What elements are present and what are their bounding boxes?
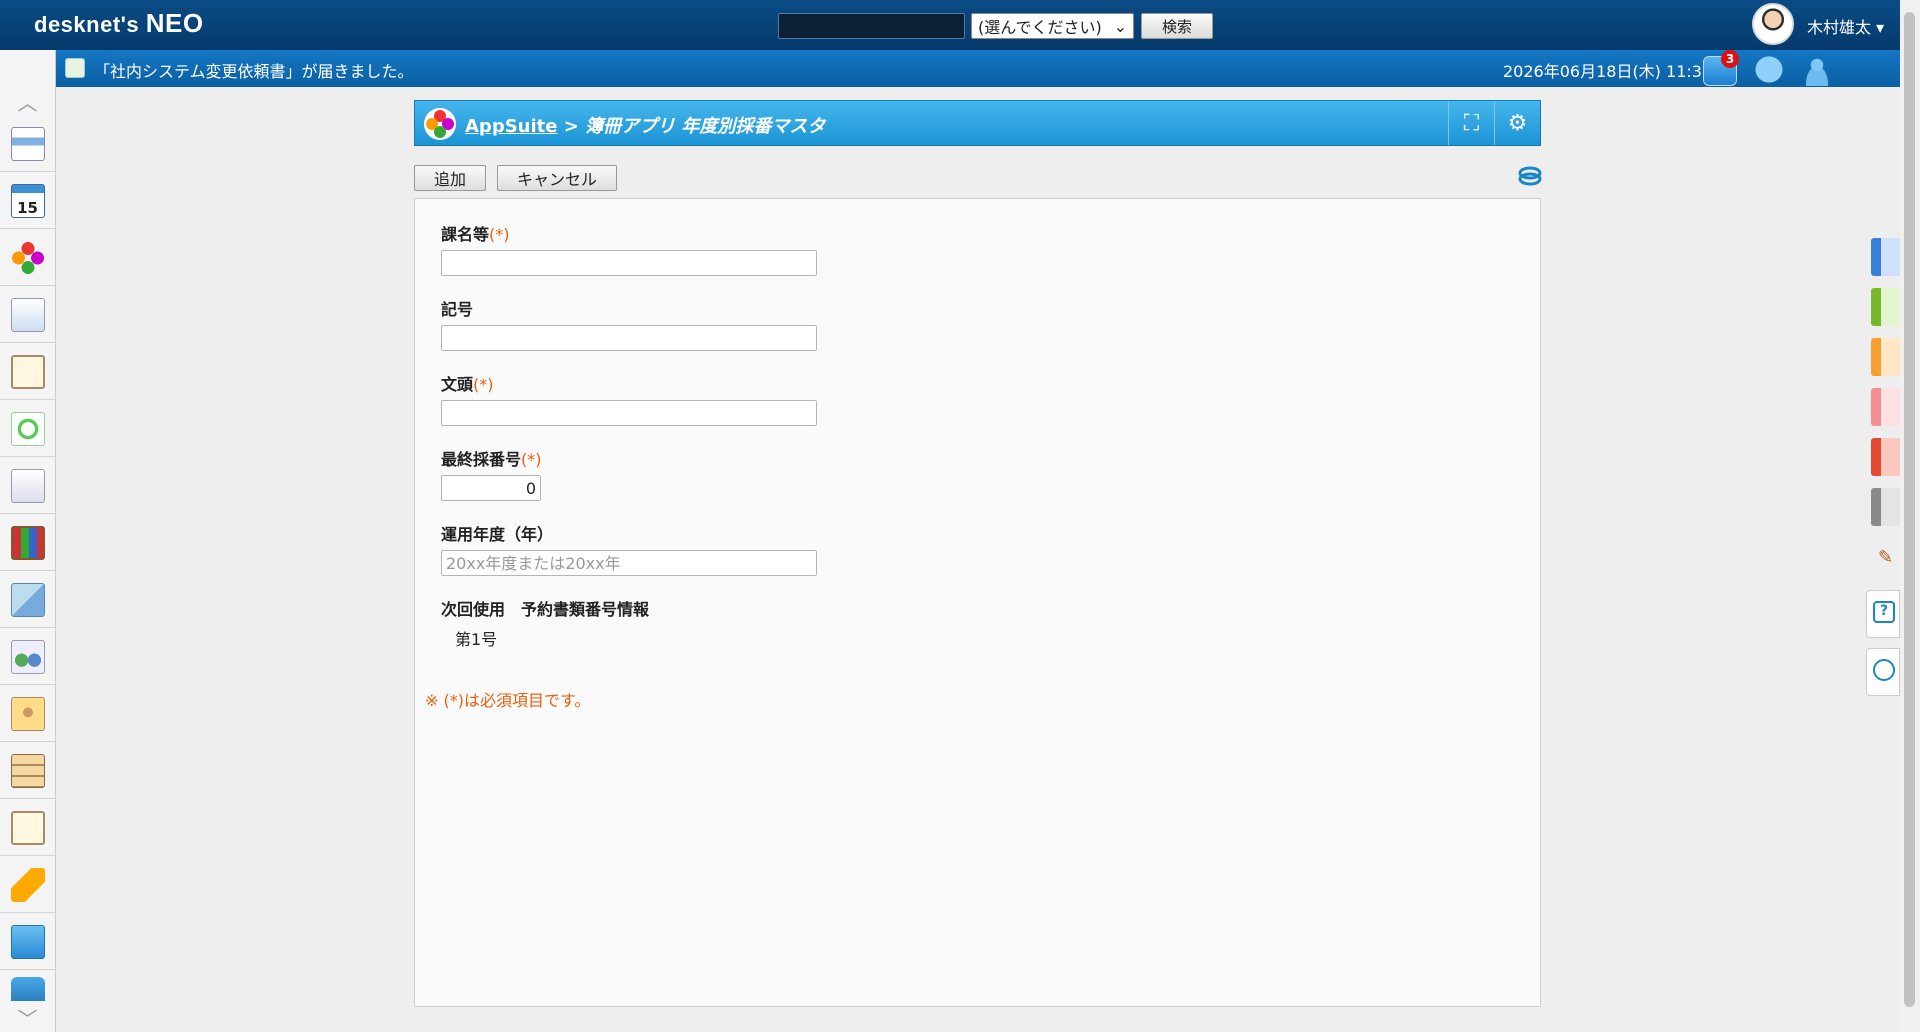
next-reserved-value: 第1号 [455,630,498,649]
required-mark: (*) [489,225,510,244]
sidebar-item-webmail[interactable] [0,572,55,628]
calendar-icon: 15 [10,183,45,218]
facility-icon [10,297,45,332]
last-number-input[interactable] [441,475,541,501]
notification-bar: 「社内システム変更依頼書」が届きました。 2026年06月18日(木) 11:3… [56,50,1900,87]
current-datetime: 2026年06月18日(木) 11:38 [1503,62,1713,81]
sidebar-item-portal[interactable] [0,116,55,172]
workflow-icon [10,411,45,446]
notification-badge: 3 [1721,50,1739,68]
sidebar-item-report[interactable] [0,458,55,514]
vertical-scrollbar[interactable] [1900,0,1920,1032]
search-input[interactable] [778,13,965,39]
todo-icon [10,810,45,845]
breadcrumb: AppSuite > 簿冊アプリ 年度別採番マスタ [465,112,825,138]
pencil-icon[interactable]: ✎ [1871,538,1900,576]
sidebar-item-workflow[interactable] [0,401,55,457]
sticky-note-pink-tab[interactable] [1871,388,1900,426]
search-scope-value: (選んでください) [978,18,1102,37]
page-title: 簿冊アプリ 年度別採番マスタ [585,116,826,137]
avatar[interactable] [1752,3,1794,45]
sticky-note-green-tab[interactable] [1871,288,1900,326]
notice-icon [10,354,45,389]
left-sidebar: ︿ 15 ﹀ [0,50,56,1032]
required-note: ※ (*)は必須項目です。 [425,691,591,710]
user-menu[interactable]: 木村雄太 ▾ [1807,14,1884,38]
sticky-note-gray-tab[interactable] [1871,488,1900,526]
scrollbar-thumb[interactable] [1904,12,1915,1007]
field-label-last-number: 最終採番号(*) [441,450,542,469]
search-scope-select[interactable]: (選んでください) ⌄ [971,13,1134,39]
document-icon [10,753,45,788]
sidebar-item-appsuite[interactable] [0,230,55,286]
sidebar-item-todo[interactable] [0,800,55,856]
scroll-up-icon[interactable]: ︿ [0,86,55,116]
sidebar-item-cabinet[interactable] [0,515,55,571]
help-icon[interactable]: ? [1866,590,1900,638]
cabinet-icon [10,525,45,560]
notification-message[interactable]: 「社内システム変更依頼書」が届きました。 [94,58,414,82]
chat-icon[interactable] [1752,56,1786,86]
sidebar-item-facility[interactable] [0,287,55,343]
fiscal-year-input[interactable] [441,550,817,576]
chevron-down-icon: ⌄ [1113,16,1127,36]
desknets-logo[interactable]: desknet's NEO [34,8,204,39]
field-label-fiscal-year: 運用年度（年） [441,525,554,544]
field-label-symbol: 記号 [441,300,474,319]
user-profile-icon[interactable] [1800,56,1834,86]
business-card-icon [10,977,45,1001]
app-title-bar: AppSuite > 簿冊アプリ 年度別採番マスタ ⛶ ⚙ [414,100,1541,146]
sidebar-item-neo-app[interactable] [0,914,55,970]
workflow-notice-icon [65,58,85,78]
addressbook-icon [10,639,45,674]
cancel-button[interactable]: キャンセル [497,165,617,191]
report-icon [10,468,45,503]
top-header: desknet's NEO (選んでください) ⌄ 検索 木村雄太 ▾ [0,0,1900,50]
field-label-heading: 文頭(*) [441,375,494,394]
user-info-icon [10,696,45,731]
required-mark: (*) [473,375,494,394]
heading-input[interactable] [441,400,817,426]
sidebar-item-addressbook[interactable] [0,629,55,685]
sticky-note-orange-tab[interactable] [1871,338,1900,376]
chatbot-icon[interactable] [1866,648,1900,696]
appsuite-logo-icon [423,107,457,141]
sidebar-item-notice[interactable] [0,344,55,400]
portal-icon [10,126,45,161]
fullscreen-icon[interactable]: ⛶ [1448,101,1494,145]
refresh-icon[interactable] [1518,166,1542,188]
webmail-icon [10,582,45,617]
breadcrumb-appsuite-link[interactable]: AppSuite [465,116,557,137]
appsuite-icon [10,240,45,275]
sidebar-item-user-info[interactable] [0,686,55,742]
sidebar-item-safety[interactable] [0,857,55,913]
field-label-section-name: 課名等(*) [441,225,510,244]
breadcrumb-separator: > [563,116,579,137]
section-name-input[interactable] [441,250,817,276]
sidebar-item-document[interactable] [0,743,55,799]
gear-icon[interactable]: ⚙ [1494,101,1540,145]
form-panel: 課名等(*) 記号 文頭(*) 最終採番号(*) 運用年度（年） 次回使用 予約… [414,198,1541,1007]
sticky-note-red-tab[interactable] [1871,438,1900,476]
safety-icon [10,867,45,902]
add-button[interactable]: 追加 [414,165,486,191]
scroll-down-icon[interactable]: ﹀ [0,1002,55,1032]
required-mark: (*) [521,450,542,469]
field-label-next-reserved: 次回使用 予約書類番号情報 [441,600,650,619]
search-button[interactable]: 検索 [1141,13,1213,39]
sticky-note-blue-tab[interactable] [1871,238,1900,276]
symbol-input[interactable] [441,325,817,351]
sidebar-item-schedule[interactable]: 15 [0,173,55,229]
neo-app-icon [10,924,45,959]
